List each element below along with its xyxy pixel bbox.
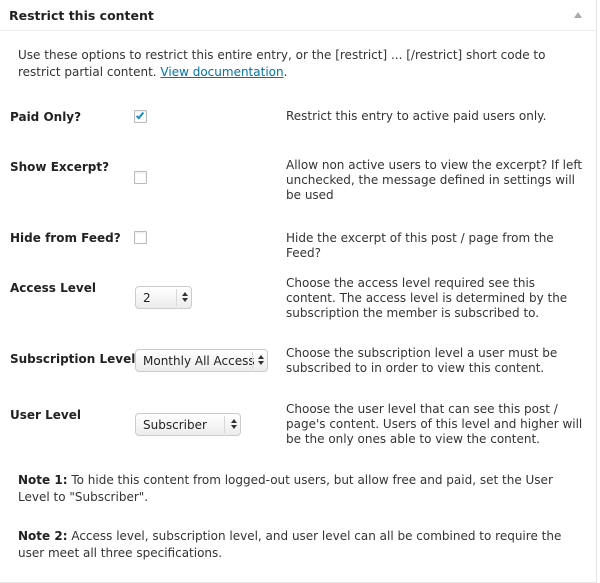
select-arrows-icon	[258, 355, 264, 367]
note-1: Note 1: To hide this content from logged…	[18, 472, 578, 506]
note-1-label: Note 1:	[18, 473, 68, 487]
paid-only-checkbox[interactable]	[134, 110, 147, 123]
user-level-description: Choose the user level that can see this …	[286, 402, 583, 446]
access-level-value: 2	[143, 291, 151, 305]
hide-from-feed-checkbox[interactable]	[134, 231, 147, 244]
user-level-value: Subscriber	[143, 418, 207, 432]
note-2-label: Note 2:	[18, 529, 68, 543]
note-1-text: To hide this content from logged-out use…	[18, 473, 553, 504]
metabox-header[interactable]: Restrict this content	[0, 0, 596, 31]
show-excerpt-label: Show Excerpt?	[10, 160, 110, 174]
collapse-arrow-icon[interactable]	[574, 12, 582, 18]
subscription-level-description: Choose the subscription level a user mus…	[286, 346, 558, 375]
metabox-title: Restrict this content	[9, 8, 154, 23]
hide-from-feed-label: Hide from Feed?	[10, 231, 121, 245]
user-level-select[interactable]: Subscriber	[135, 413, 241, 436]
checkmark-icon	[135, 110, 145, 120]
view-documentation-link[interactable]: View documentation	[160, 65, 283, 79]
intro-tail: .	[283, 65, 288, 79]
user-level-label: User Level	[10, 408, 81, 422]
access-level-label: Access Level	[10, 281, 96, 295]
note-2: Note 2: Access level, subscription level…	[18, 528, 578, 562]
subscription-level-label: Subscription Level	[10, 352, 136, 366]
intro-text: Use these options to restrict this entir…	[18, 47, 578, 81]
select-divider	[252, 352, 253, 369]
show-excerpt-description: Allow non active users to view the excer…	[286, 158, 583, 202]
note-2-text: Access level, subscription level, and us…	[18, 529, 562, 560]
show-excerpt-checkbox[interactable]	[134, 171, 147, 184]
select-divider	[224, 416, 225, 433]
access-level-select[interactable]: 2	[135, 286, 192, 309]
subscription-level-select[interactable]: Monthly All Access	[135, 349, 268, 372]
select-divider	[176, 289, 177, 306]
access-level-description: Choose the access level required see thi…	[286, 276, 568, 320]
hide-from-feed-description: Hide the excerpt of this post / page fro…	[286, 231, 554, 260]
restrict-content-metabox: Restrict this content Use these options …	[0, 0, 597, 583]
paid-only-description: Restrict this entry to active paid users…	[286, 109, 547, 123]
subscription-level-value: Monthly All Access	[143, 354, 255, 368]
select-arrows-icon	[182, 292, 188, 304]
paid-only-label: Paid Only?	[10, 110, 82, 124]
select-arrows-icon	[231, 419, 237, 431]
